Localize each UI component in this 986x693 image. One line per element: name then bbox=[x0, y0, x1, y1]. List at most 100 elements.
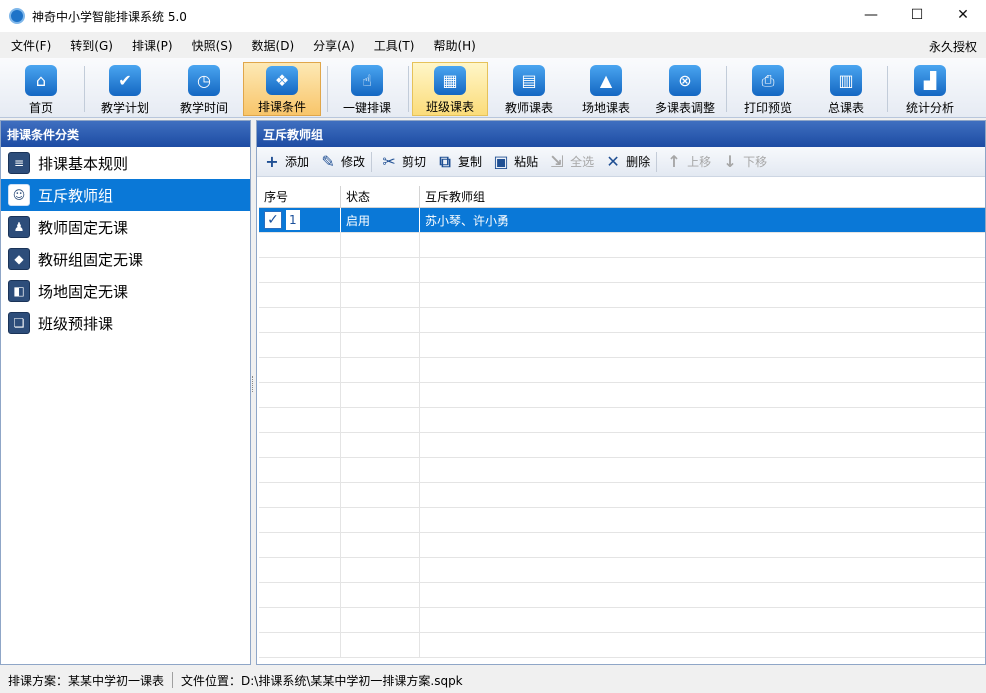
toolbar-label: 总课表 bbox=[827, 101, 864, 115]
column-header-seq[interactable]: 序号 bbox=[259, 186, 341, 207]
move-down-button[interactable]: ↓ 下移 bbox=[721, 152, 768, 171]
toolbar-label: 一键排课 bbox=[342, 101, 391, 115]
column-header-group[interactable]: 互斥教师组 bbox=[420, 186, 985, 207]
paste-icon: ▣ bbox=[493, 152, 509, 171]
category-label: 班级预排课 bbox=[38, 314, 114, 333]
master-schedule-icon: ▥ bbox=[830, 65, 862, 96]
paste-button[interactable]: ▣ 粘贴 bbox=[492, 152, 539, 171]
toolbar-label: 多课表调整 bbox=[654, 101, 715, 115]
toolbar-multi-adjust-button[interactable]: ⊗ 多课表调整 bbox=[648, 62, 722, 116]
edit-button[interactable]: ✎ 修改 bbox=[319, 152, 365, 171]
table-row-empty bbox=[259, 508, 985, 533]
cut-button[interactable]: ✂ 剪切 bbox=[380, 152, 427, 171]
menu-goto[interactable]: 转到(G) bbox=[59, 37, 121, 54]
content-panel-title: 互斥教师组 bbox=[257, 121, 985, 147]
cubes-icon: ❖ bbox=[266, 66, 298, 95]
row-checkbox[interactable]: ✓ bbox=[264, 211, 282, 229]
cell-status[interactable]: 启用 bbox=[341, 208, 420, 232]
minimize-button[interactable]: — bbox=[848, 0, 894, 30]
column-header-status[interactable]: 状态 bbox=[341, 186, 420, 207]
category-class-prearrange[interactable]: ❏ 班级预排课 bbox=[1, 307, 250, 339]
license-label[interactable]: 永久授权 bbox=[929, 38, 977, 55]
category-label: 互斥教师组 bbox=[38, 186, 114, 205]
menu-tools[interactable]: 工具(T) bbox=[363, 37, 423, 54]
category-venue-fixed-off[interactable]: ◧ 场地固定无课 bbox=[1, 275, 250, 307]
toolbar-label: 打印预览 bbox=[743, 101, 792, 115]
toolbar-class-schedule-button[interactable]: ▦ 班级课表 bbox=[412, 62, 488, 116]
condition-category-panel: 排课条件分类 ≡ 排课基本规则 ☺ 互斥教师组 ♟ 教师固定无课 ◆ 教研组固定… bbox=[0, 120, 251, 665]
status-plan: 排课方案：某某中学初一课表 bbox=[8, 673, 165, 688]
clock-icon: ◷ bbox=[188, 65, 220, 96]
toolbar-master-schedule-button[interactable]: ▥ 总课表 bbox=[812, 62, 880, 116]
action-label: 删除 bbox=[626, 155, 651, 169]
toolbar-venue-schedule-button[interactable]: ▲ 场地课表 bbox=[571, 62, 641, 116]
scissors-icon: ✂ bbox=[382, 152, 396, 171]
splitter-grip[interactable] bbox=[252, 376, 255, 392]
table-row-empty bbox=[259, 408, 985, 433]
table-row-empty bbox=[259, 358, 985, 383]
toolbar-teaching-time-button[interactable]: ◷ 教学时间 bbox=[168, 62, 240, 116]
move-up-button[interactable]: ↑ 上移 bbox=[665, 152, 712, 171]
printer-icon: ⎙ bbox=[752, 65, 784, 96]
cell-group[interactable]: 苏小琴、许小勇 bbox=[420, 208, 985, 232]
category-panel-title: 排课条件分类 bbox=[1, 121, 250, 147]
table-row-empty bbox=[259, 533, 985, 558]
action-label: 复制 bbox=[458, 155, 483, 169]
category-research-group-fixed-off[interactable]: ◆ 教研组固定无课 bbox=[1, 243, 250, 275]
window-controls: — ☐ ✕ bbox=[848, 0, 986, 30]
teacher-icon: ♟ bbox=[8, 216, 30, 238]
status-file-location: 文件位置：D:\排课系统\某某中学初一排课方案.sqpk bbox=[181, 673, 463, 688]
menu-schedule[interactable]: 排课(P) bbox=[121, 37, 181, 54]
add-button[interactable]: + 添加 bbox=[263, 152, 310, 171]
menu-help[interactable]: 帮助(H) bbox=[422, 37, 483, 54]
toolbar-label: 教师课表 bbox=[504, 101, 553, 115]
toolbar-separator bbox=[408, 66, 409, 112]
menu-data[interactable]: 数据(D) bbox=[241, 37, 303, 54]
cell-seq[interactable]: ✓ 1 bbox=[259, 208, 341, 232]
toolbar-teaching-plan-button[interactable]: ✔ 教学计划 bbox=[90, 62, 160, 116]
category-teacher-fixed-off[interactable]: ♟ 教师固定无课 bbox=[1, 211, 250, 243]
action-label: 添加 bbox=[285, 155, 310, 169]
status-bar: 排课方案：某某中学初一课表 文件位置：D:\排课系统\某某中学初一排课方案.sq… bbox=[0, 667, 986, 693]
teacher-group-table: 序号 状态 互斥教师组 ✓ 1 启用 苏小琴、许小勇 bbox=[259, 186, 985, 662]
table-row-empty bbox=[259, 633, 985, 658]
toolbar-label: 首页 bbox=[28, 101, 53, 115]
calendar-grid-icon: ▦ bbox=[434, 66, 466, 95]
action-toolbar: + 添加 ✎ 修改 ✂ 剪切 ⧉ 复制 ▣ 粘贴 ⇲ 全选 ✕ 删除 ↑ 上移 … bbox=[257, 147, 985, 177]
table-row-empty bbox=[259, 333, 985, 358]
action-label: 下移 bbox=[743, 155, 768, 169]
building-icon: ▲ bbox=[590, 65, 622, 96]
menu-snapshot[interactable]: 快照(S) bbox=[181, 37, 241, 54]
category-basic-rules[interactable]: ≡ 排课基本规则 bbox=[1, 147, 250, 179]
menu-bar: 文件(F) 转到(G) 排课(P) 快照(S) 数据(D) 分享(A) 工具(T… bbox=[0, 32, 986, 58]
title-bar: 神奇中小学智能排课系统 5.0 — ☐ ✕ bbox=[0, 0, 986, 32]
toolbar-conditions-button[interactable]: ❖ 排课条件 bbox=[243, 62, 321, 116]
action-label: 全选 bbox=[570, 155, 595, 169]
toolbar-auto-schedule-button[interactable]: ☝ 一键排课 bbox=[332, 62, 402, 116]
table-row-empty bbox=[259, 483, 985, 508]
toolbar-home-button[interactable]: ⌂ 首页 bbox=[6, 62, 76, 116]
rules-icon: ≡ bbox=[8, 152, 30, 174]
category-label: 排课基本规则 bbox=[38, 154, 129, 173]
menu-file[interactable]: 文件(F) bbox=[0, 37, 59, 54]
table-row[interactable]: ✓ 1 启用 苏小琴、许小勇 bbox=[259, 208, 985, 233]
maximize-button[interactable]: ☐ bbox=[894, 0, 940, 30]
clipboard-check-icon: ✔ bbox=[109, 65, 141, 96]
close-button[interactable]: ✕ bbox=[940, 0, 986, 30]
exclusive-teacher-group-panel: 互斥教师组 + 添加 ✎ 修改 ✂ 剪切 ⧉ 复制 ▣ 粘贴 ⇲ 全选 ✕ 删除 bbox=[256, 120, 986, 665]
toolbar-teacher-schedule-button[interactable]: ▤ 教师课表 bbox=[494, 62, 564, 116]
category-exclusive-teacher-group[interactable]: ☺ 互斥教师组 bbox=[1, 179, 250, 211]
toolbar-print-preview-button[interactable]: ⎙ 打印预览 bbox=[732, 62, 804, 116]
delete-button[interactable]: ✕ 删除 bbox=[604, 152, 651, 171]
select-all-button[interactable]: ⇲ 全选 bbox=[548, 152, 595, 171]
action-label: 上移 bbox=[687, 155, 712, 169]
main-toolbar: ⌂ 首页 ✔ 教学计划 ◷ 教学时间 ❖ 排课条件 ☝ 一键排课 ▦ 班级课表 … bbox=[0, 58, 986, 118]
cube-icon: ◆ bbox=[8, 248, 30, 270]
seq-value[interactable]: 1 bbox=[286, 210, 300, 230]
action-label: 剪切 bbox=[402, 155, 427, 169]
pencil-icon: ✎ bbox=[321, 152, 335, 171]
menu-share[interactable]: 分享(A) bbox=[302, 37, 363, 54]
toolbar-statistics-button[interactable]: ▟ 统计分析 bbox=[894, 62, 966, 116]
copy-button[interactable]: ⧉ 复制 bbox=[436, 152, 483, 171]
table-row-empty bbox=[259, 383, 985, 408]
